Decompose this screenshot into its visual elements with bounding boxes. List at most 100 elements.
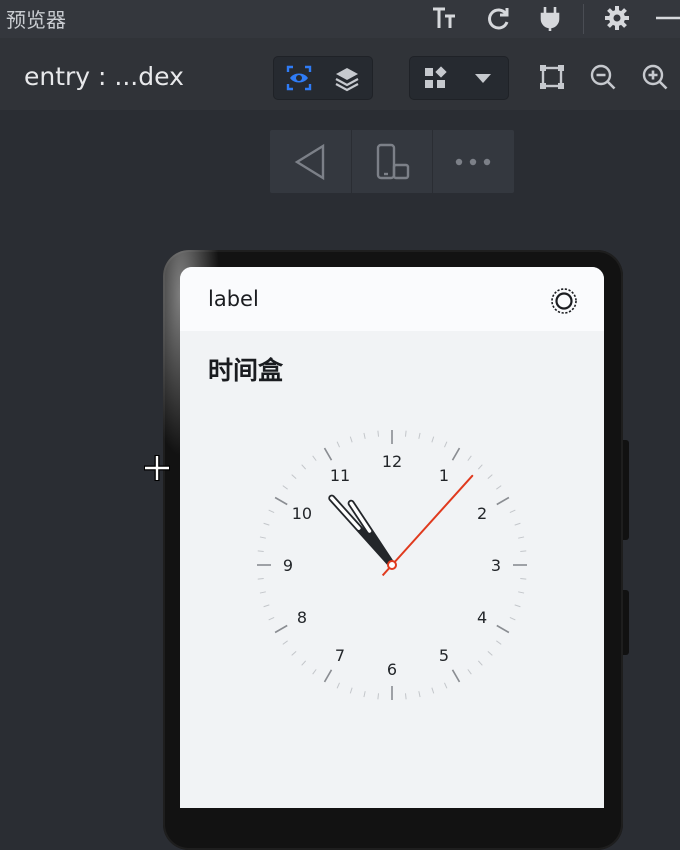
clock-minute-tick [259,591,266,594]
app-header: label [180,267,604,331]
clock-minute-tick [520,577,527,580]
preview-toolbar: entry : ...dex [0,38,680,110]
clock-minute-tick [467,669,472,675]
device-controls [270,130,514,193]
clock-minute-tick [404,693,407,700]
clock-minute-tick [431,436,435,443]
clock-minute-tick [518,536,525,539]
clock-hour-tick [496,624,510,634]
layers-icon [335,68,359,92]
clock-minute-tick [336,441,340,448]
clock-hour-tick [451,447,461,461]
clock-minute-tick [418,432,421,439]
clock-minute-tick [418,691,421,698]
clock-minute-tick [336,682,340,689]
back-button[interactable] [270,130,350,193]
clock-hour-tick [496,496,510,506]
device-rotate-icon [376,143,410,179]
clock-minute-tick [282,640,288,645]
clock-minute-tick [404,430,407,437]
components-dropdown[interactable] [460,57,506,99]
titlebar-divider [583,4,584,34]
device-screen: label 时间盒 12 1 2 3 4 5 6 7 8 9 10 11 [180,267,604,808]
clock-minute-tick [509,509,516,513]
clock-hour-tick [323,447,333,461]
rotate-device-button[interactable] [352,130,432,193]
view-mode-group [273,56,373,100]
back-triangle-icon [294,143,325,180]
clock-number: 5 [439,646,449,665]
clock-minute-tick [444,682,448,689]
clock-number: 12 [382,452,402,471]
clock-minute-tick [496,640,502,645]
clock-minute-tick [291,650,297,656]
clock-minute-tick [263,522,270,526]
clock-minute-tick [520,550,527,553]
clock-minute-tick [291,474,297,480]
zoom-out-icon[interactable] [588,62,618,92]
refresh-icon[interactable] [484,4,512,32]
clock-minute-tick [349,436,353,443]
clock-minute-tick [477,660,483,666]
clock-minute-tick [444,441,448,448]
clock-number: 2 [477,504,487,523]
clock-number: 7 [335,646,345,665]
font-size-icon[interactable] [430,4,458,32]
clock-minute-tick [487,474,493,480]
zoom-in-icon[interactable] [640,62,670,92]
clock-minute-tick [282,485,288,490]
clock-minute-tick [312,669,317,675]
clock-hour-tick [274,624,288,634]
clock-minute-tick [477,464,483,470]
gear-icon[interactable] [603,4,631,32]
grid-shapes-icon [425,66,447,88]
clock-minute-tick [377,430,380,437]
clock-minute-tick [467,455,472,461]
clock-number: 3 [491,556,501,575]
inspect-button[interactable] [276,57,322,99]
clock-minute-tick [257,550,264,553]
clock-minute-tick [312,455,317,461]
entry-selector[interactable]: entry : ...dex [24,62,184,91]
clock-minute-tick [518,591,525,594]
clock-hour-tick [451,669,461,683]
clock-hands [328,474,474,577]
clock-minute-tick [514,522,521,526]
crop-frame-icon[interactable] [537,62,567,92]
app-label: label [208,287,259,311]
eye-scan-icon [286,65,312,91]
plug-icon[interactable] [536,4,564,32]
clock-hub [387,560,397,570]
clock-number: 11 [330,466,350,485]
component-mode-group [409,56,509,100]
clock-hour-tick [323,669,333,683]
clock-number: 9 [283,556,293,575]
layers-button[interactable] [324,57,370,99]
clock-number: 6 [387,660,397,679]
clock-minute-tick [514,604,521,608]
crosshair-cursor-icon [144,455,170,481]
clock-minute-tick [377,693,380,700]
clock-minute-tick [259,536,266,539]
clock-minute-tick [268,617,275,621]
clock-number: 10 [292,504,312,523]
more-dots-icon [455,158,491,165]
minimize-icon[interactable] [654,4,680,32]
clock-minute-tick [431,687,435,694]
clock-minute-tick [487,650,493,656]
window-titlebar: 预览器 [0,0,680,38]
components-button[interactable] [412,57,458,99]
clock-minute-tick [349,687,353,694]
clock-minute-tick [257,577,264,580]
clock-minute-tick [263,604,270,608]
more-button[interactable] [433,130,513,193]
clock-number: 8 [297,608,307,627]
clock-minute-tick [509,617,516,621]
capture-icon[interactable] [550,287,578,315]
analog-clock: 121234567891011 [257,430,527,700]
clock-number: 1 [439,466,449,485]
second-hand [391,474,474,566]
clock-minute-tick [301,464,307,470]
chevron-down-icon [475,74,491,83]
window-title: 预览器 [6,8,66,32]
